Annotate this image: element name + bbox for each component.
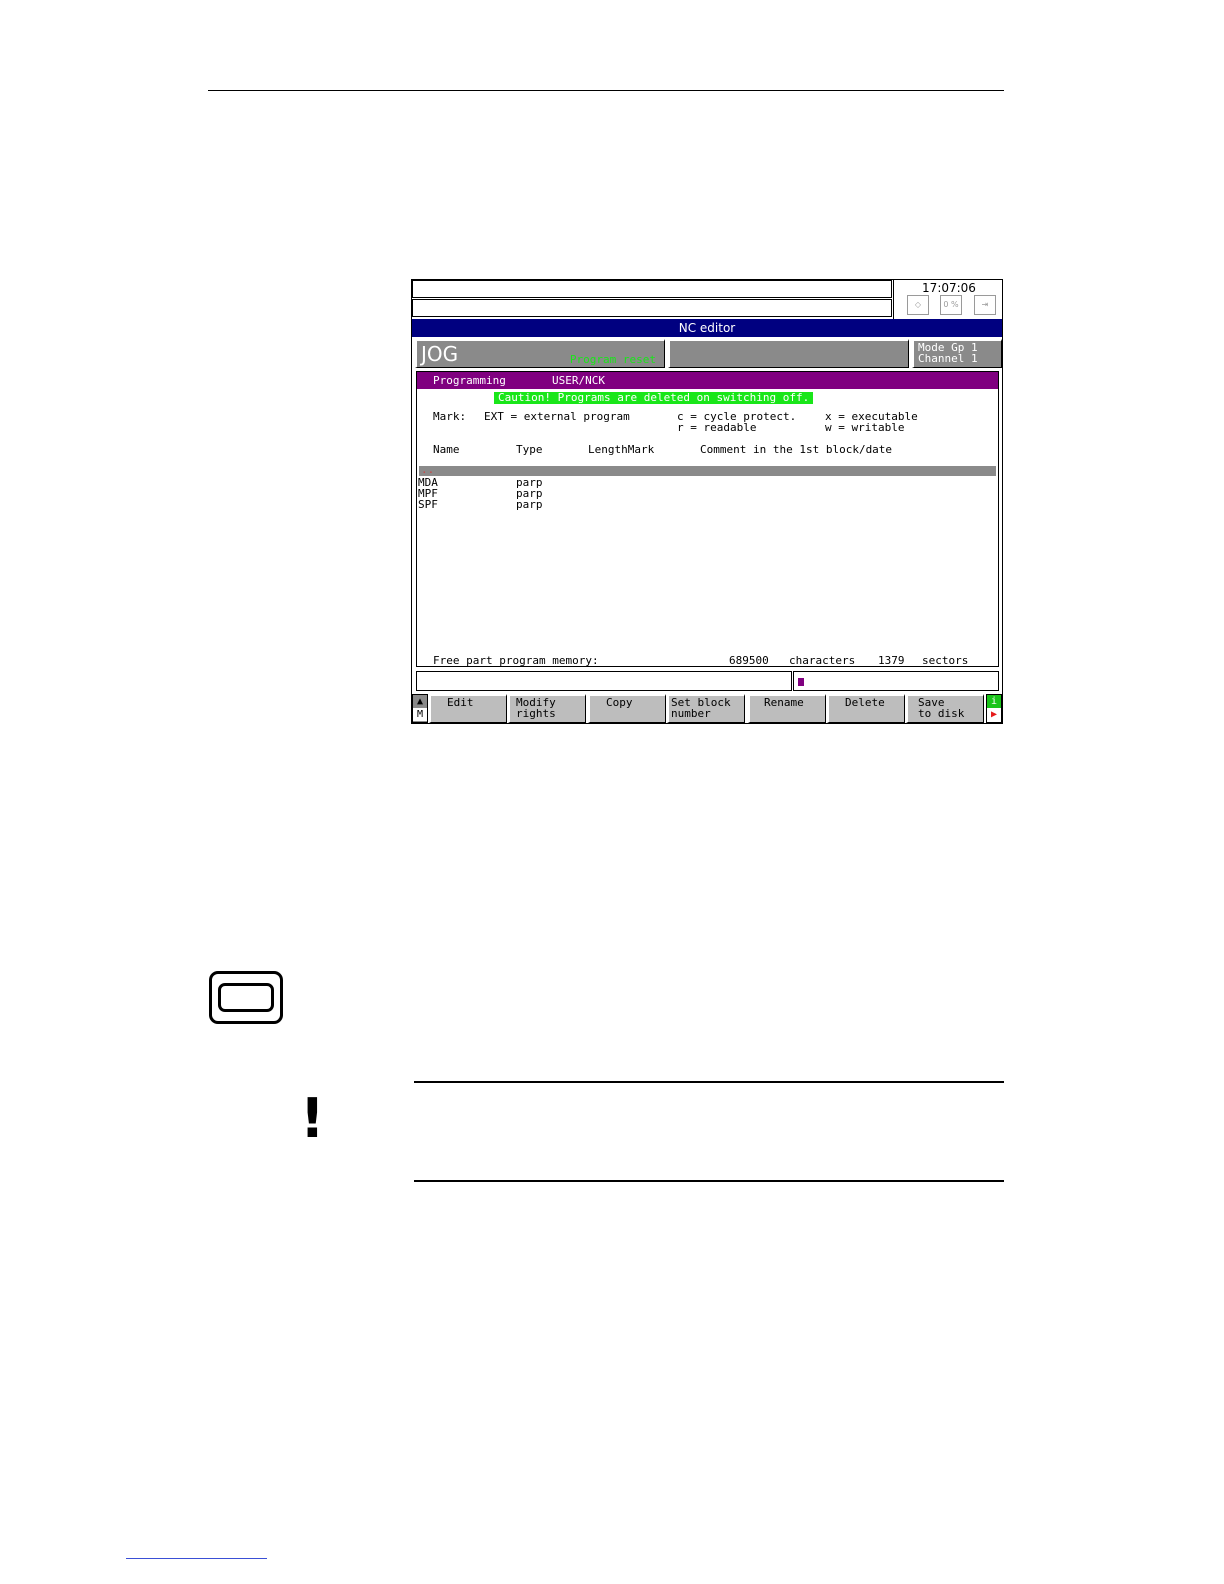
recall-key[interactable]: ▲ M <box>412 694 428 723</box>
hmi-screen: 17:07:06 ◇ 0 % ⇥ NC editor JOG Program r… <box>411 279 1003 724</box>
cursor <box>798 678 804 686</box>
softkey-symbol-inner <box>218 983 274 1012</box>
input-line[interactable] <box>416 671 792 691</box>
softkey-symbol-icon <box>209 971 283 1024</box>
mode-label: JOG <box>421 342 459 366</box>
program-state: Program reset <box>569 353 656 366</box>
status-bar: JOG Program reset Mode Gp 1 Channel 1 <box>412 339 1002 368</box>
column-comment: Comment in the 1st block/date <box>700 443 893 456</box>
column-type: Type <box>516 443 543 456</box>
note-top-rule <box>414 1081 1004 1083</box>
mark-r: r = readable <box>677 421 757 434</box>
channel-panel: Mode Gp 1 Channel 1 <box>912 339 1002 368</box>
alarm-line <box>412 280 892 298</box>
note-bottom-rule <box>414 1180 1004 1182</box>
area-header: Programming USER/NCK <box>417 372 998 389</box>
column-name: Name <box>433 443 460 456</box>
message-line <box>412 299 892 317</box>
column-length-mark: LengthMark <box>588 443 655 456</box>
cursor-field[interactable] <box>793 671 999 691</box>
mark-w: w = writable <box>825 421 905 434</box>
modify-rights-softkey[interactable]: Modify rights <box>508 694 586 723</box>
right-arrow-icon: ▶ <box>990 709 998 720</box>
save-to-disk-softkey[interactable]: Save to disk <box>906 694 984 723</box>
chars-label: characters <box>789 654 856 667</box>
header-rule <box>208 90 1004 91</box>
program-panel <box>668 339 909 368</box>
parent-directory: .. <box>421 463 435 476</box>
edit-softkey[interactable]: Edit <box>429 694 507 723</box>
rename-softkey[interactable]: Rename <box>748 694 826 723</box>
info-icon: i <box>987 695 1001 708</box>
exit-icon: ⇥ <box>974 295 996 315</box>
area-name: Programming <box>433 374 506 387</box>
softkey-bar: ▲ M Edit Modify rights Copy Set block nu… <box>412 694 1002 723</box>
area-path: USER/NCK <box>552 374 605 387</box>
clock: 17:07:06 <box>922 281 976 295</box>
mark-label: Mark: <box>433 410 467 423</box>
memory-chars: 689500 <box>729 654 769 667</box>
memory-label: Free part program memory: <box>433 654 599 667</box>
caution-banner: Caution! Programs are deleted on switchi… <box>494 392 814 404</box>
sectors-label: sectors <box>922 654 969 667</box>
clock-panel: 17:07:06 ◇ 0 % ⇥ <box>893 280 1002 319</box>
channel: Channel 1 <box>918 352 978 365</box>
window-title: NC editor <box>412 319 1002 337</box>
extend-key[interactable]: i ▶ <box>986 694 1002 723</box>
up-arrow-icon: ▲ <box>416 696 424 707</box>
exclamation-icon: ! <box>300 1087 325 1150</box>
copy-softkey[interactable]: Copy <box>588 694 666 723</box>
mode-panel: JOG Program reset <box>415 339 665 368</box>
machine-key-label: M <box>413 708 427 721</box>
footer-link-line <box>126 1558 267 1559</box>
set-block-number-softkey[interactable]: Set block number <box>667 694 745 723</box>
row-name: SPF <box>418 498 438 511</box>
mark-ext: EXT = external program <box>484 410 630 423</box>
feed-icon: ◇ <box>907 295 929 315</box>
zero-percent-icon: 0 % <box>940 295 962 315</box>
row-type: parp <box>516 498 543 511</box>
parent-directory-row[interactable]: .. <box>419 463 996 476</box>
delete-softkey[interactable]: Delete <box>827 694 905 723</box>
program-directory: Programming USER/NCK Caution! Programs a… <box>416 371 999 667</box>
memory-sectors: 1379 <box>878 654 905 667</box>
